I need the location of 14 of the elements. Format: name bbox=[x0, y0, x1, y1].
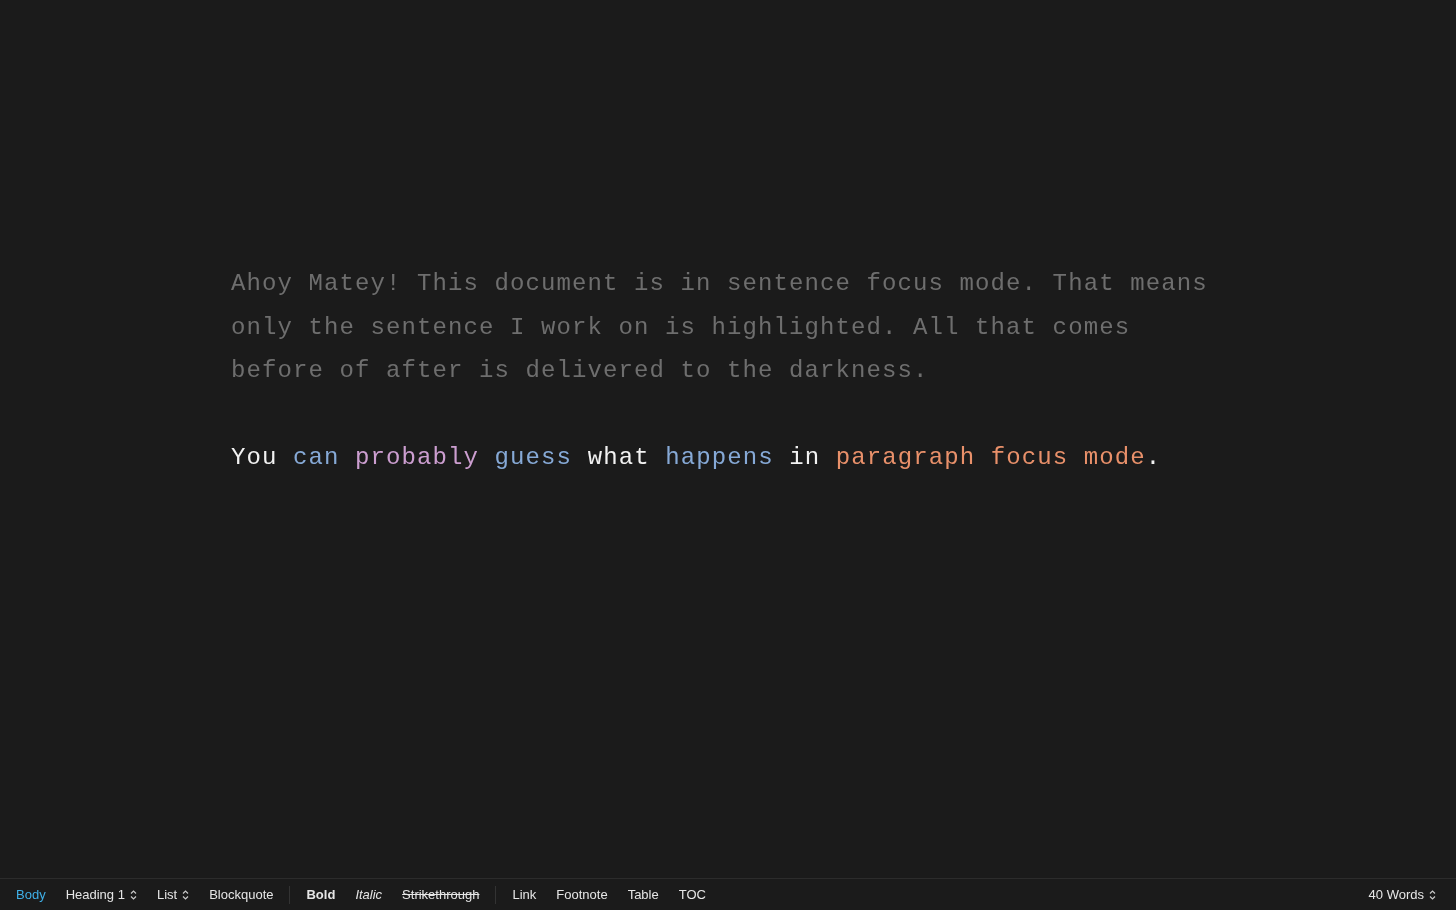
paragraph: You can probably guess what happens in paragraph focus mode. bbox=[231, 443, 1163, 473]
toolbar-button[interactable]: Heading 1 bbox=[55, 885, 147, 904]
toolbar-button[interactable]: TOC bbox=[668, 885, 716, 904]
paragraph: Ahoy Matey! This document is in sentence focus mode. That means only the sentence I work on is highlighted. All that comes before of after is delivered to the darkness. bbox=[231, 269, 1209, 386]
toolbar-button[interactable]: Blockquote bbox=[199, 885, 284, 904]
toolbar-button[interactable]: Italic bbox=[345, 885, 393, 904]
toolbar-button[interactable]: Body bbox=[6, 885, 56, 904]
toolbar-button[interactable]: Strikethrough bbox=[392, 885, 490, 904]
toolbar-button[interactable]: Footnote bbox=[546, 885, 618, 904]
toolbar-button[interactable]: Bold bbox=[296, 885, 346, 904]
word-count-button[interactable]: 40 Words bbox=[1358, 885, 1446, 904]
toolbar-button[interactable]: Link bbox=[502, 885, 547, 904]
toolbar-button[interactable]: Table bbox=[617, 885, 669, 904]
toolbar-button[interactable]: List bbox=[146, 885, 200, 904]
